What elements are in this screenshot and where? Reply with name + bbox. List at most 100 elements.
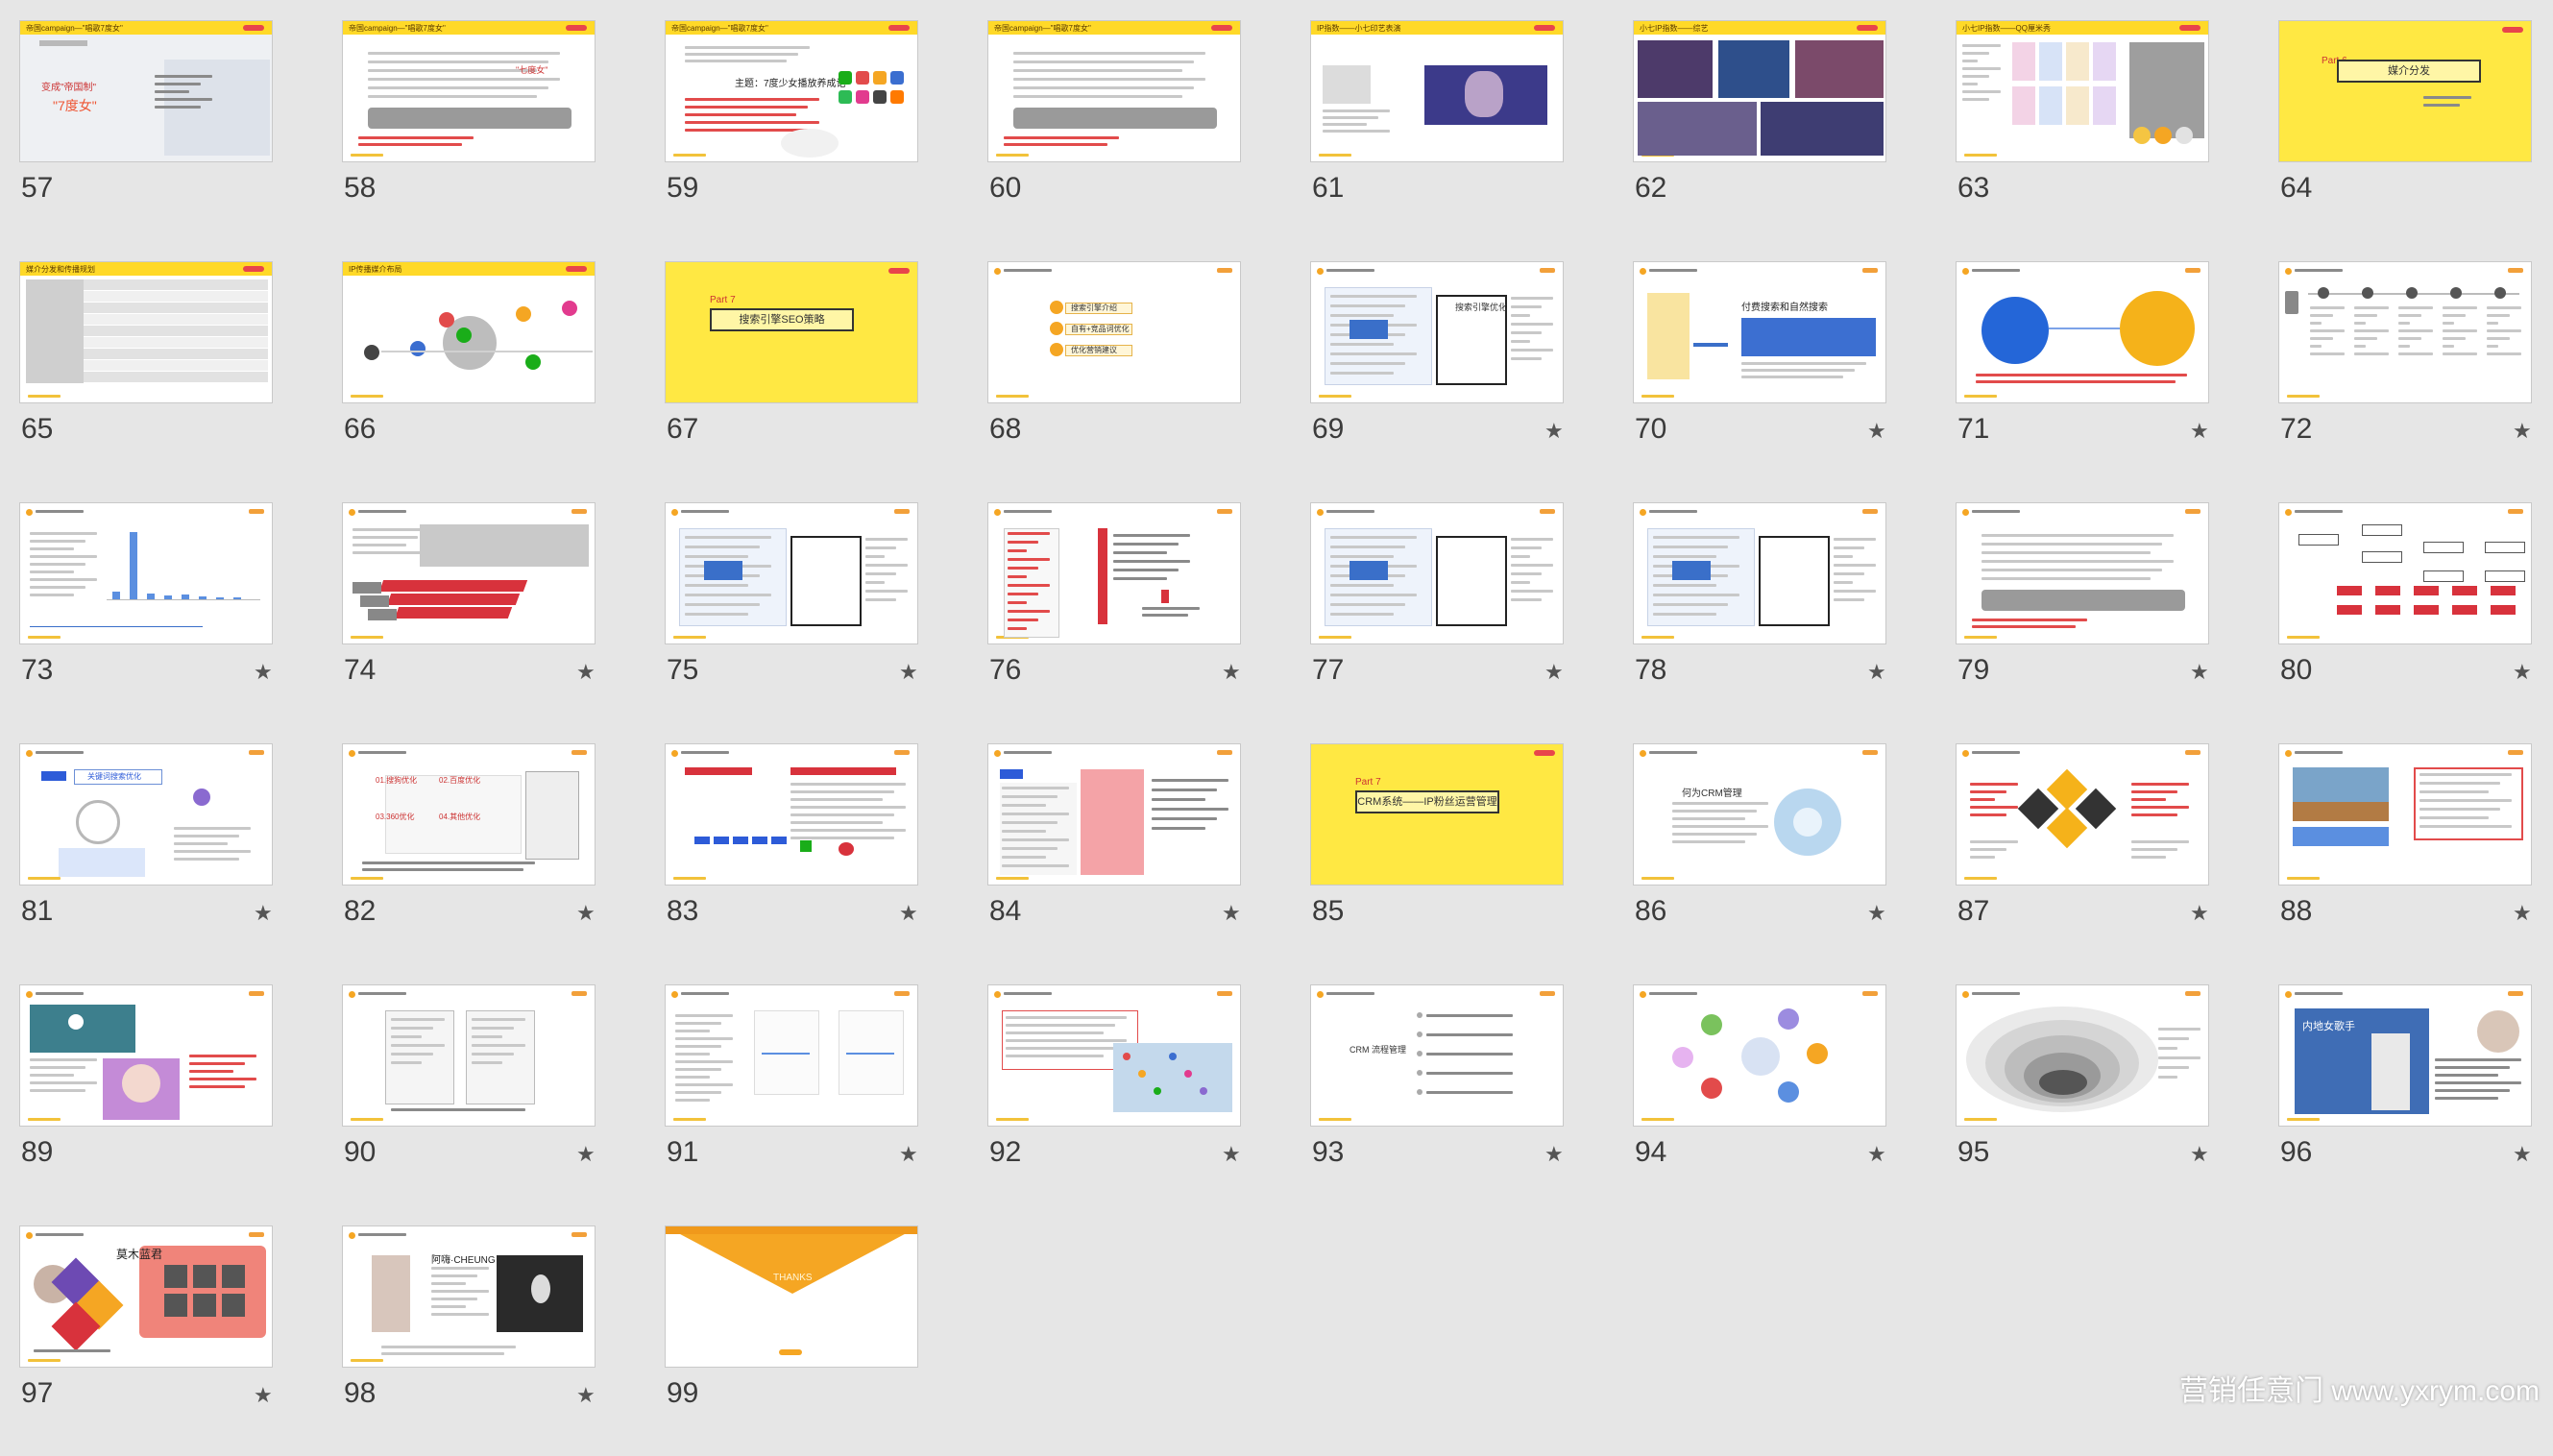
- slide-thumbnail-58[interactable]: 帝国campaign—"唱歌7度女" "七度女" 58: [342, 20, 596, 251]
- star-icon[interactable]: ★: [2513, 1144, 2532, 1165]
- slide-thumbnail-82[interactable]: 01.搜狗优化 02.百度优化 03.360优化 04.其他优化 82 ★: [342, 743, 596, 974]
- star-icon[interactable]: ★: [1544, 421, 1564, 442]
- slide-thumbnail-76[interactable]: 76 ★: [987, 502, 1241, 733]
- slide-preview[interactable]: 付费搜索和自然搜索: [1633, 261, 1886, 403]
- slide-preview[interactable]: 搜索引擎优化: [1310, 261, 1564, 403]
- slide-thumbnail-85[interactable]: Part 7 CRM系统——IP粉丝运营管理 85: [1310, 743, 1564, 974]
- slide-preview[interactable]: 搜索引擎介绍 自有+竞品词优化 优化营销建议: [987, 261, 1241, 403]
- slide-thumbnail-92[interactable]: 92 ★: [987, 984, 1241, 1215]
- star-icon[interactable]: ★: [2190, 903, 2209, 924]
- slide-thumbnail-60[interactable]: 帝国campaign—"唱歌7度女" 60: [987, 20, 1241, 251]
- slide-thumbnail-81[interactable]: 关键词搜索优化 81 ★: [19, 743, 273, 974]
- slide-preview[interactable]: [342, 502, 596, 644]
- slide-thumbnail-83[interactable]: 83 ★: [665, 743, 918, 974]
- slide-preview[interactable]: [665, 984, 918, 1127]
- star-icon[interactable]: ★: [1222, 903, 1241, 924]
- star-icon[interactable]: ★: [1222, 1144, 1241, 1165]
- star-icon[interactable]: ★: [2190, 421, 2209, 442]
- star-icon[interactable]: ★: [2513, 662, 2532, 683]
- slide-preview[interactable]: [2278, 502, 2532, 644]
- slide-preview[interactable]: THANKS: [665, 1225, 918, 1368]
- star-icon[interactable]: ★: [1867, 662, 1886, 683]
- slide-thumbnail-98[interactable]: 阿嗨·CHEUNG 98 ★: [342, 1225, 596, 1456]
- slide-preview[interactable]: [19, 984, 273, 1127]
- star-icon[interactable]: ★: [2190, 1144, 2209, 1165]
- slide-preview[interactable]: [1956, 261, 2209, 403]
- slide-thumbnail-84[interactable]: 84 ★: [987, 743, 1241, 974]
- star-icon[interactable]: ★: [2513, 903, 2532, 924]
- slide-thumbnail-97[interactable]: 莫木蓝君 97 ★: [19, 1225, 273, 1456]
- slide-thumbnail-70[interactable]: 付费搜索和自然搜索 70 ★: [1633, 261, 1886, 492]
- slide-preview[interactable]: [987, 502, 1241, 644]
- star-icon[interactable]: ★: [1544, 662, 1564, 683]
- star-icon[interactable]: ★: [254, 903, 273, 924]
- slide-preview[interactable]: Part 7 搜索引擎SEO策略: [665, 261, 918, 403]
- star-icon[interactable]: ★: [576, 1385, 596, 1406]
- slide-preview[interactable]: 帝国campaign—"唱歌7度女" "七度女": [342, 20, 596, 162]
- slide-thumbnail-93[interactable]: CRM 流程管理 93 ★: [1310, 984, 1564, 1215]
- slide-preview[interactable]: [665, 502, 918, 644]
- slide-preview[interactable]: [1956, 502, 2209, 644]
- slide-preview[interactable]: 帝国campaign—"唱歌7度女" 变成"帝国制" "7度女": [19, 20, 273, 162]
- slide-preview[interactable]: [665, 743, 918, 886]
- slide-preview[interactable]: 何为CRM管理: [1633, 743, 1886, 886]
- slide-preview[interactable]: [987, 743, 1241, 886]
- star-icon[interactable]: ★: [2190, 662, 2209, 683]
- slide-preview[interactable]: 莫木蓝君: [19, 1225, 273, 1368]
- slide-thumbnail-74[interactable]: 74 ★: [342, 502, 596, 733]
- slide-preview[interactable]: Part 6 媒介分发: [2278, 20, 2532, 162]
- slide-thumbnail-86[interactable]: 何为CRM管理 86 ★: [1633, 743, 1886, 974]
- star-icon[interactable]: ★: [1867, 421, 1886, 442]
- star-icon[interactable]: ★: [254, 1385, 273, 1406]
- slide-preview[interactable]: [19, 502, 273, 644]
- slide-preview[interactable]: 关键词搜索优化: [19, 743, 273, 886]
- slide-thumbnail-95[interactable]: 95 ★: [1956, 984, 2209, 1215]
- slide-thumbnail-99[interactable]: THANKS 99: [665, 1225, 918, 1456]
- star-icon[interactable]: ★: [899, 1144, 918, 1165]
- slide-preview[interactable]: 01.搜狗优化 02.百度优化 03.360优化 04.其他优化: [342, 743, 596, 886]
- slide-thumbnail-59[interactable]: 帝国campaign—"唱歌7度女" 主题：7度少女播放养成记 59: [665, 20, 918, 251]
- slide-thumbnail-63[interactable]: 小七IP指数——QQ厘米秀 63: [1956, 20, 2209, 251]
- star-icon[interactable]: ★: [899, 903, 918, 924]
- slide-preview[interactable]: 媒介分发和传播规划: [19, 261, 273, 403]
- star-icon[interactable]: ★: [576, 1144, 596, 1165]
- slide-preview[interactable]: [1956, 743, 2209, 886]
- star-icon[interactable]: ★: [1222, 662, 1241, 683]
- slide-preview[interactable]: [1633, 984, 1886, 1127]
- slide-thumbnail-78[interactable]: 78 ★: [1633, 502, 1886, 733]
- slide-preview[interactable]: [342, 984, 596, 1127]
- slide-thumbnail-91[interactable]: 91 ★: [665, 984, 918, 1215]
- slide-preview[interactable]: 小七IP指数——QQ厘米秀: [1956, 20, 2209, 162]
- slide-thumbnail-57[interactable]: 帝国campaign—"唱歌7度女" 变成"帝国制" "7度女" 57: [19, 20, 273, 251]
- star-icon[interactable]: ★: [1867, 903, 1886, 924]
- slide-thumbnail-62[interactable]: 小七IP指数——综艺 62: [1633, 20, 1886, 251]
- slide-thumbnail-64[interactable]: Part 6 媒介分发 64: [2278, 20, 2532, 251]
- slide-thumbnail-89[interactable]: 89: [19, 984, 273, 1215]
- slide-preview[interactable]: [2278, 261, 2532, 403]
- slide-thumbnail-61[interactable]: IP指数——小七印艺表演 61: [1310, 20, 1564, 251]
- slide-preview[interactable]: 小七IP指数——综艺: [1633, 20, 1886, 162]
- slide-thumbnail-65[interactable]: 媒介分发和传播规划 65: [19, 261, 273, 492]
- slide-thumbnail-90[interactable]: 90 ★: [342, 984, 596, 1215]
- slide-preview[interactable]: 内地女歌手: [2278, 984, 2532, 1127]
- slide-thumbnail-68[interactable]: 搜索引擎介绍 自有+竞品词优化 优化营销建议 68: [987, 261, 1241, 492]
- slide-preview[interactable]: 阿嗨·CHEUNG: [342, 1225, 596, 1368]
- slide-preview[interactable]: [1310, 502, 1564, 644]
- slide-preview[interactable]: 帝国campaign—"唱歌7度女" 主题：7度少女播放养成记: [665, 20, 918, 162]
- slide-thumbnail-96[interactable]: 内地女歌手 96 ★: [2278, 984, 2532, 1215]
- star-icon[interactable]: ★: [1544, 1144, 1564, 1165]
- slide-thumbnail-67[interactable]: Part 7 搜索引擎SEO策略 67: [665, 261, 918, 492]
- star-icon[interactable]: ★: [1867, 1144, 1886, 1165]
- star-icon[interactable]: ★: [576, 662, 596, 683]
- slide-thumbnail-72[interactable]: 72 ★: [2278, 261, 2532, 492]
- star-icon[interactable]: ★: [576, 903, 596, 924]
- star-icon[interactable]: ★: [2513, 421, 2532, 442]
- slide-thumbnail-69[interactable]: 搜索引擎优化 69 ★: [1310, 261, 1564, 492]
- slide-thumbnail-71[interactable]: 71 ★: [1956, 261, 2209, 492]
- slide-preview[interactable]: [1633, 502, 1886, 644]
- star-icon[interactable]: ★: [254, 662, 273, 683]
- slide-preview[interactable]: Part 7 CRM系统——IP粉丝运营管理: [1310, 743, 1564, 886]
- slide-thumbnail-73[interactable]: 73 ★: [19, 502, 273, 733]
- slide-thumbnail-80[interactable]: 80 ★: [2278, 502, 2532, 733]
- slide-preview[interactable]: [2278, 743, 2532, 886]
